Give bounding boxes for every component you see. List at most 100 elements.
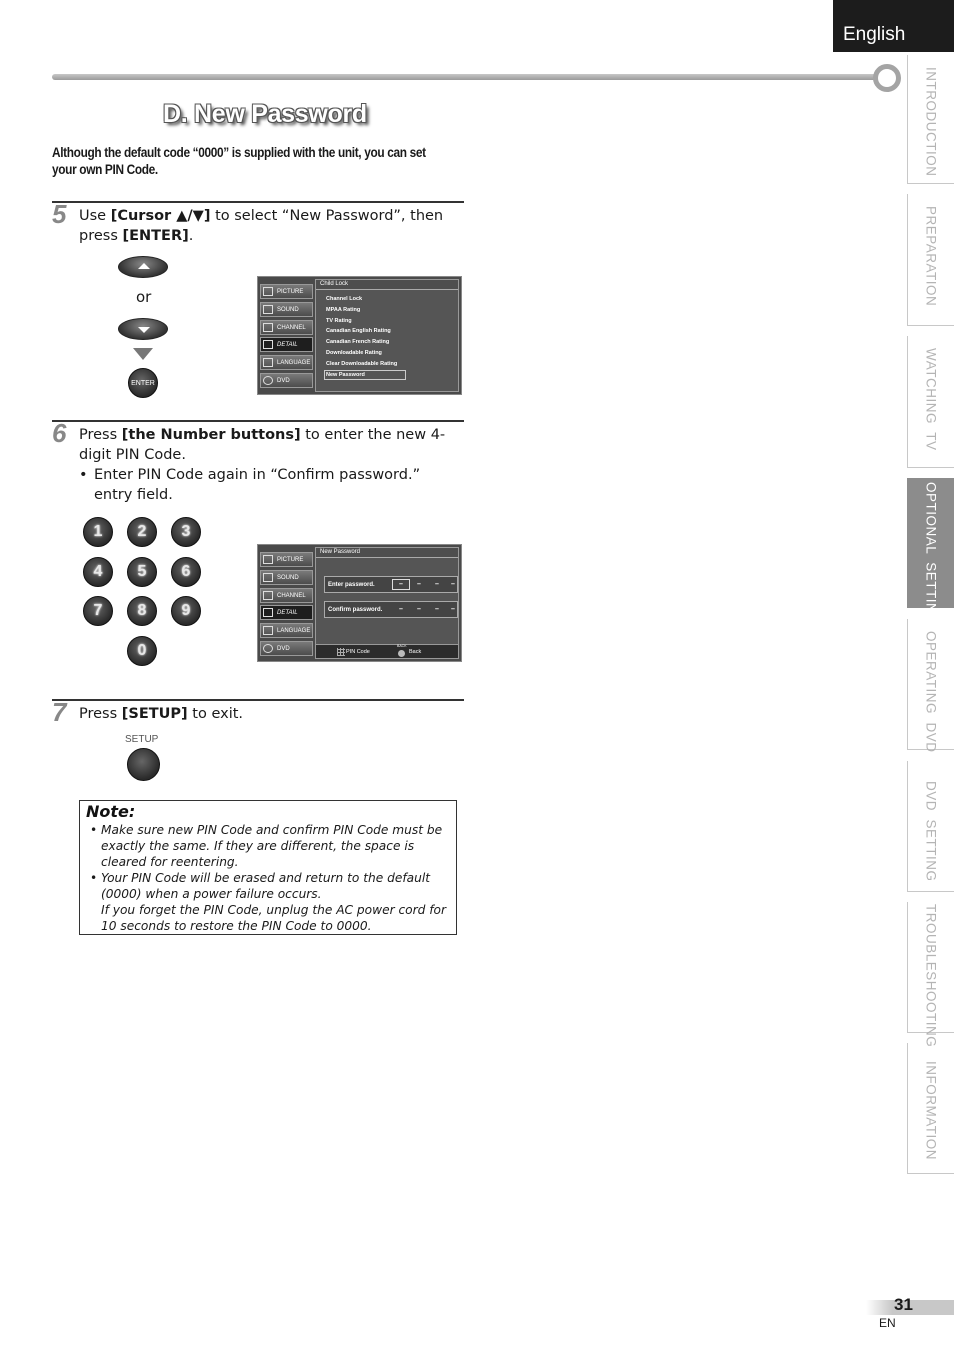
note-list: Make sure new PIN Code and confirm PIN C… bbox=[86, 822, 450, 934]
back-button-icon bbox=[398, 650, 405, 657]
footer-pin-code-label: PIN Code bbox=[346, 649, 370, 655]
number-4-button-icon: 4 bbox=[83, 557, 113, 587]
child-lock-list: Channel Lock MPAA Rating TV Rating Canad… bbox=[316, 290, 458, 380]
confirm-password-field: Confirm password. – – – – bbox=[324, 601, 458, 618]
detail-icon bbox=[263, 340, 273, 349]
step-divider bbox=[52, 699, 464, 701]
enter-password-field: Enter password. – – – – bbox=[324, 576, 458, 593]
number-5-button-icon: 5 bbox=[127, 557, 157, 587]
tv-footer: PIN Code BACK Back bbox=[316, 644, 458, 658]
header-rule bbox=[52, 74, 878, 80]
number-keypad-icon bbox=[337, 648, 345, 656]
side-tab-operating-dvd[interactable]: OPERATING DVD bbox=[907, 619, 954, 753]
note-item: Make sure new PIN Code and confirm PIN C… bbox=[86, 822, 450, 870]
side-tab-introduction[interactable]: INTRODUCTION bbox=[907, 55, 954, 184]
number-8-button-icon: 8 bbox=[127, 596, 157, 626]
channel-icon bbox=[263, 323, 273, 332]
tv-list-item: TV Rating bbox=[326, 317, 352, 324]
tv-sidebar-item-picture: PICTURE bbox=[260, 552, 313, 567]
detail-icon bbox=[263, 608, 273, 617]
number-2-button-icon: 2 bbox=[127, 517, 157, 547]
arrow-down-icon bbox=[133, 348, 153, 360]
tv-list-item: Clear Downloadable Rating bbox=[326, 360, 398, 367]
side-tab-watching-tv[interactable]: WATCHING TV bbox=[907, 336, 954, 468]
pin-digit-4: – bbox=[451, 581, 455, 588]
channel-icon bbox=[263, 591, 273, 600]
number-9-button-icon: 9 bbox=[171, 596, 201, 626]
number-0-button-icon: 0 bbox=[127, 636, 157, 666]
footer-back-small-label: BACK bbox=[397, 644, 407, 648]
tv-sidebar-item-detail: DETAIL bbox=[260, 337, 313, 352]
tv-panel-title: New Password bbox=[316, 548, 458, 558]
side-tab-dvd-setting[interactable]: DVD SETTING bbox=[907, 761, 954, 892]
pin-digit-2: – bbox=[417, 581, 421, 588]
tv-sidebar-item-sound: SOUND bbox=[260, 302, 313, 317]
tv-list-item: Downloadable Rating bbox=[326, 349, 382, 356]
pin-digit-1: – bbox=[392, 579, 410, 590]
dvd-icon bbox=[263, 644, 273, 653]
footer-back-label: Back bbox=[409, 649, 422, 655]
tv-list-item: MPAA Rating bbox=[326, 306, 361, 313]
language-tab: English bbox=[833, 0, 954, 52]
picture-icon bbox=[263, 555, 273, 564]
confirm-digit-4: – bbox=[451, 606, 455, 613]
step-5-instruction: Use [Cursor ▲/▼] to select “New Password… bbox=[79, 208, 444, 244]
enter-button-icon: ENTER bbox=[128, 368, 158, 398]
step-divider bbox=[52, 420, 464, 422]
tv-sidebar: PICTURE SOUND CHANNEL DETAIL LANGUAGE DV… bbox=[260, 279, 313, 392]
tv-sidebar-item-language: LANGUAGE bbox=[260, 623, 313, 638]
header-ring-ornament bbox=[873, 64, 901, 92]
tv-list-item: Channel Lock bbox=[326, 296, 363, 302]
cursor-down-button-icon bbox=[118, 318, 168, 340]
step-divider bbox=[52, 201, 464, 203]
side-tab-information[interactable]: INFORMATION bbox=[907, 1043, 954, 1174]
step-number: 7 bbox=[52, 697, 67, 727]
confirm-digit-1: – bbox=[399, 606, 403, 613]
tv-list-item: Canadian English Rating bbox=[326, 328, 391, 335]
language-icon bbox=[263, 358, 273, 367]
number-3-button-icon: 3 bbox=[171, 517, 201, 547]
setup-label: SETUP bbox=[125, 734, 159, 745]
tv-sidebar-item-sound: SOUND bbox=[260, 570, 313, 585]
number-1-button-icon: 1 bbox=[83, 517, 113, 547]
tv-sidebar-item-dvd: DVD bbox=[260, 373, 313, 388]
step-7-instruction: Press [SETUP] to exit. bbox=[79, 706, 244, 722]
sound-icon bbox=[263, 305, 273, 314]
tv-panel-title: Child Lock bbox=[316, 280, 458, 290]
page-language-code: EN bbox=[879, 1316, 896, 1330]
note-title: Note: bbox=[86, 802, 136, 821]
page-number: 31 bbox=[894, 1295, 913, 1314]
tv-sidebar-item-picture: PICTURE bbox=[260, 284, 313, 299]
dvd-icon bbox=[263, 376, 273, 385]
step-number: 6 bbox=[52, 418, 67, 448]
tv-list-item-highlighted: New Password bbox=[324, 369, 406, 380]
tv-sidebar-item-dvd: DVD bbox=[260, 641, 313, 656]
note-box: Note: Make sure new PIN Code and confirm… bbox=[79, 800, 457, 935]
step-6-bullet: • Enter PIN Code again in “Confirm passwo… bbox=[79, 467, 421, 503]
note-item-continuation: If you forget the PIN Code, unplug the A… bbox=[101, 903, 447, 933]
cursor-up-button-icon bbox=[118, 256, 168, 278]
tv-menu-child-lock: PICTURE SOUND CHANNEL DETAIL LANGUAGE DV… bbox=[257, 276, 462, 395]
section-intro: Although the default code “0000” is supp… bbox=[52, 145, 426, 177]
number-7-button-icon: 7 bbox=[83, 596, 113, 626]
step-6-instruction: Press [the Number buttons] to enter the … bbox=[79, 427, 446, 463]
tv-sidebar-item-channel: CHANNEL bbox=[260, 588, 313, 603]
section-title: D. New Password bbox=[163, 100, 367, 128]
tv-menu-new-password: PICTURE SOUND CHANNEL DETAIL LANGUAGE DV… bbox=[257, 544, 462, 662]
side-tab-troubleshooting[interactable]: TROUBLESHOOTING bbox=[907, 902, 954, 1047]
picture-icon bbox=[263, 287, 273, 296]
confirm-digit-2: – bbox=[417, 606, 421, 613]
tv-sidebar-item-detail: DETAIL bbox=[260, 605, 313, 620]
sound-icon bbox=[263, 573, 273, 582]
tv-list-item: Canadian French Rating bbox=[326, 339, 390, 346]
number-6-button-icon: 6 bbox=[171, 557, 201, 587]
tv-panel: Child Lock Channel Lock MPAA Rating TV R… bbox=[315, 279, 459, 392]
setup-button-icon bbox=[127, 748, 160, 781]
tv-sidebar-item-language: LANGUAGE bbox=[260, 355, 313, 370]
side-tab-preparation[interactable]: PREPARATION bbox=[907, 194, 954, 326]
tv-panel: New Password Enter password. – – – – Con… bbox=[315, 547, 459, 659]
side-tab-optional-setting[interactable]: OPTIONAL SETTING bbox=[907, 478, 954, 624]
tv-sidebar-item-channel: CHANNEL bbox=[260, 320, 313, 335]
step-number: 5 bbox=[52, 199, 67, 229]
language-icon bbox=[263, 626, 273, 635]
